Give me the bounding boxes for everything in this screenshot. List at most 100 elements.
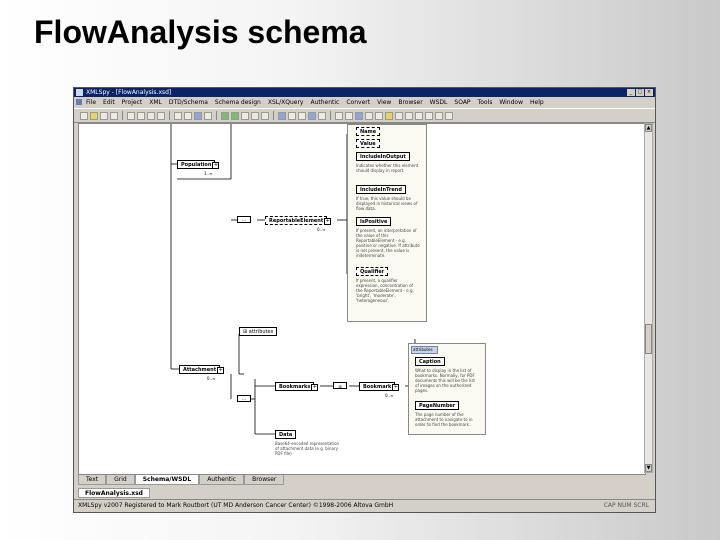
tab-browser[interactable]: Browser <box>244 475 285 485</box>
print-icon[interactable] <box>127 111 135 120</box>
well-formed-check-icon[interactable] <box>221 111 229 120</box>
menu-schema-design[interactable]: Schema design <box>215 98 261 107</box>
tab-schema-wsdl[interactable]: Schema/WSDL <box>134 475 200 485</box>
attribute-qualifier[interactable]: Qualifier <box>356 267 389 276</box>
xquery-icon[interactable] <box>251 111 259 120</box>
options-icon[interactable] <box>435 111 443 120</box>
schema-view-icon[interactable] <box>298 111 306 120</box>
window-icon[interactable] <box>375 111 383 120</box>
attribute-include-in-trend[interactable]: IncludeInTrend <box>356 185 406 194</box>
data-element[interactable]: Data <box>275 430 297 439</box>
status-indicators: CAP NUM SCRL <box>603 502 649 509</box>
bookmarks-element[interactable]: Bookmarks + <box>275 382 319 391</box>
menu-view[interactable]: View <box>377 98 391 107</box>
menu-soap[interactable]: SOAP <box>454 98 470 107</box>
menu-project[interactable]: Project <box>122 98 143 107</box>
menu-file[interactable]: File <box>86 98 96 107</box>
qualifier-description: If present, a qualifier expression, conc… <box>356 278 414 303</box>
save-icon[interactable] <box>100 111 108 120</box>
sequence-compositor-icon[interactable]: ··· <box>237 395 251 402</box>
save-all-icon[interactable] <box>110 111 118 120</box>
maximize-button[interactable]: □ <box>636 89 644 96</box>
vertical-scrollbar[interactable]: ▲ ▼ <box>644 123 653 473</box>
attributes-card-bookmark: attributes Caption What to display in th… <box>408 343 486 435</box>
document-tabs: FlowAnalysis.xsd <box>78 488 150 498</box>
spell-check-icon[interactable] <box>425 111 433 120</box>
attribute-name[interactable]: Name <box>356 127 381 136</box>
settings-icon[interactable] <box>365 111 373 120</box>
menu-xml[interactable]: XML <box>149 98 162 107</box>
window-title: XMLSpy - [FlowAnalysis.xsd] <box>86 89 172 96</box>
reportable-element[interactable]: ReportableElement + <box>265 216 332 225</box>
population-element[interactable]: Population + <box>177 160 220 169</box>
grid-view-icon[interactable] <box>288 111 296 120</box>
toolbar-separator <box>273 111 274 120</box>
page-number-description: The page number of the attachment to nav… <box>415 412 473 427</box>
zoom-in-icon[interactable] <box>335 111 343 120</box>
schema-diagram-canvas[interactable]: Population + 1..∞ ··· ReportableElement … <box>78 123 646 475</box>
menu-authentic[interactable]: Authentic <box>310 98 339 107</box>
minimize-button[interactable]: _ <box>627 89 635 96</box>
copy-icon[interactable] <box>147 111 155 120</box>
help-icon[interactable] <box>355 111 363 120</box>
xslt-icon[interactable] <box>241 111 249 120</box>
window-titlebar[interactable]: XMLSpy - [FlowAnalysis.xsd] _ □ × <box>74 88 655 97</box>
expand-icon[interactable]: + <box>311 384 319 391</box>
attachment-attributes-node[interactable]: ⊞ attributes <box>239 327 278 336</box>
scroll-up-icon[interactable]: ▲ <box>645 124 652 132</box>
menu-edit[interactable]: Edit <box>103 98 115 107</box>
new-file-icon[interactable] <box>80 111 88 120</box>
paste-icon[interactable] <box>157 111 165 120</box>
data-description: Base64-encoded representation of attachm… <box>275 441 340 456</box>
refresh-icon[interactable] <box>261 111 269 120</box>
comment-icon[interactable] <box>415 111 423 120</box>
expand-icon[interactable]: + <box>324 218 332 225</box>
menu-wsdl[interactable]: WSDL <box>430 98 448 107</box>
cut-icon[interactable] <box>137 111 145 120</box>
open-folder-icon[interactable] <box>90 111 98 120</box>
validate-icon[interactable] <box>231 111 239 120</box>
scroll-thumb[interactable] <box>645 324 652 354</box>
attribute-value[interactable]: Value <box>356 139 380 148</box>
outdent-icon[interactable] <box>405 111 413 120</box>
indent-icon[interactable] <box>395 111 403 120</box>
find-icon[interactable] <box>194 111 202 120</box>
menu-xsl[interactable]: XSL/XQuery <box>268 98 304 107</box>
bookmark-icon[interactable] <box>385 111 393 120</box>
doc-tab-flowanalysis[interactable]: FlowAnalysis.xsd <box>78 488 150 498</box>
toolbar-separator <box>169 111 170 120</box>
expand-icon[interactable]: + <box>212 162 220 169</box>
attribute-caption[interactable]: Caption <box>415 357 445 366</box>
close-doc-icon[interactable] <box>445 111 453 120</box>
tab-grid[interactable]: Grid <box>106 475 135 485</box>
attachment-element[interactable]: Attachment + <box>179 365 225 374</box>
sequence-compositor-icon[interactable]: ··· <box>237 216 251 223</box>
bookmarks-label: Bookmarks <box>279 384 311 390</box>
menu-window[interactable]: Window <box>499 98 523 107</box>
scroll-down-icon[interactable]: ▼ <box>645 464 652 472</box>
sequence-compositor-icon[interactable]: ⊞ <box>333 382 347 389</box>
undo-icon[interactable] <box>174 111 182 120</box>
browser-view-icon[interactable] <box>318 111 326 120</box>
zoom-out-icon[interactable] <box>345 111 353 120</box>
menu-tools[interactable]: Tools <box>478 98 493 107</box>
replace-icon[interactable] <box>204 111 212 120</box>
menu-dtd-schema[interactable]: DTD/Schema <box>169 98 208 107</box>
bookmark-element[interactable]: Bookmark + <box>359 382 400 391</box>
attribute-is-positive[interactable]: IsPositive <box>356 217 392 226</box>
menu-bar: File Edit Project XML DTD/Schema Schema … <box>74 98 655 107</box>
tab-authentic[interactable]: Authentic <box>199 475 245 485</box>
menu-help[interactable]: Help <box>530 98 544 107</box>
tab-text[interactable]: Text <box>78 475 107 485</box>
attachment-cardinality: 0..∞ <box>207 376 216 381</box>
authentic-view-icon[interactable] <box>308 111 316 120</box>
text-view-icon[interactable] <box>278 111 286 120</box>
attribute-page-number[interactable]: PageNumber <box>415 401 460 410</box>
expand-icon[interactable]: + <box>217 367 225 374</box>
attribute-include-in-output[interactable]: IncludeInOutput <box>356 152 410 161</box>
menu-convert[interactable]: Convert <box>346 98 370 107</box>
redo-icon[interactable] <box>184 111 192 120</box>
expand-icon[interactable]: + <box>392 384 400 391</box>
close-button[interactable]: × <box>645 89 653 96</box>
menu-browser[interactable]: Browser <box>398 98 422 107</box>
